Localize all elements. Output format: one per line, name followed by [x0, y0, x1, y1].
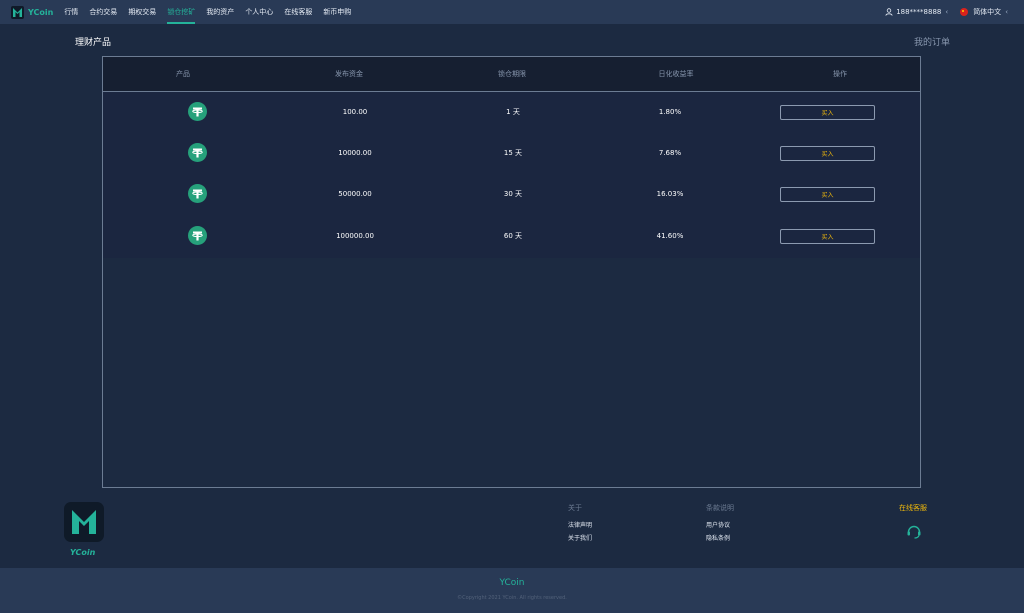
period-cell: 60 天 — [503, 232, 523, 240]
buy-button[interactable]: 买入 — [780, 105, 875, 120]
nav-item-lock-mining[interactable]: 锁仓挖矿 — [167, 0, 196, 24]
my-orders-link[interactable]: 我的订单 — [914, 35, 950, 48]
amount-cell: 100000.00 — [336, 232, 374, 240]
language-selector[interactable]: 简体中文 ‹ — [960, 7, 1008, 17]
nav-item-personal-center[interactable]: 个人中心 — [245, 0, 273, 24]
table-row: 10000.00 15 天 7.68% 买入 — [103, 133, 920, 174]
nav-item-online-service[interactable]: 在线客服 — [284, 0, 312, 24]
amount-cell: 10000.00 — [338, 149, 372, 157]
china-flag-icon — [960, 8, 969, 16]
buy-button[interactable]: 买入 — [780, 229, 875, 244]
period-cell: 15 天 — [503, 149, 523, 157]
chevron-down-icon: ‹ — [1005, 8, 1008, 16]
nav-item-my-assets[interactable]: 我的资产 — [206, 0, 234, 24]
bottom-bar: YCoin ©Copyright 2021 YCoin. All rights … — [0, 568, 1024, 613]
tether-usdt-icon — [188, 226, 207, 245]
amount-cell: 50000.00 — [338, 190, 372, 198]
nav-item-contract-trading[interactable]: 合约交易 — [89, 0, 117, 24]
amount-cell: 100.00 — [342, 108, 368, 116]
copyright-text: ©Copyright 2021 YCoin. All rights reserv… — [457, 595, 567, 601]
footer-link-user-agreement[interactable]: 用户协议 — [706, 520, 730, 529]
buy-button[interactable]: 买入 — [780, 187, 875, 202]
brand-name[interactable]: YCoin — [28, 8, 53, 17]
footer-brand: YCoin — [70, 548, 96, 557]
footer-online-service-title[interactable]: 在线客服 — [899, 503, 927, 513]
top-right-area: 188****8888 ‹ 简体中文 ‹ — [885, 0, 1008, 24]
bottom-brand: YCoin — [499, 578, 525, 588]
nav-item-options-trading[interactable]: 期权交易 — [128, 0, 156, 24]
footer-link-legal[interactable]: 法律声明 — [568, 520, 592, 529]
column-header-lock-period: 锁仓期限 — [498, 70, 526, 78]
chevron-down-icon: ‹ — [945, 8, 949, 16]
column-header-product: 产品 — [176, 70, 190, 78]
column-header-daily-rate: 日化收益率 — [658, 70, 694, 78]
rate-cell: 1.80% — [658, 108, 682, 116]
top-navbar: YCoin 行情 合约交易 期权交易 锁仓挖矿 我的资产 个人中心 在线客服 新… — [0, 0, 1024, 24]
column-header-action: 操作 — [833, 70, 847, 78]
footer-link-about-us[interactable]: 关于我们 — [568, 533, 592, 542]
headset-icon[interactable] — [906, 523, 922, 539]
table-row: 50000.00 30 天 16.03% 买入 — [103, 174, 920, 215]
table-header: 产品 发布资金 锁仓期限 日化收益率 操作 — [103, 57, 920, 92]
rate-cell: 41.60% — [656, 232, 684, 240]
table-row: 100.00 1 天 1.80% 买入 — [103, 92, 920, 133]
user-icon — [885, 8, 893, 16]
nav-item-new-coin-subscription[interactable]: 新币申购 — [323, 0, 351, 24]
products-table: 产品 发布资金 锁仓期限 日化收益率 操作 100.00 1 天 1.80% 买… — [102, 56, 921, 488]
main-nav: 行情 合约交易 期权交易 锁仓挖矿 我的资产 个人中心 在线客服 新币申购 — [64, 0, 362, 24]
ycoin-logo-icon[interactable] — [11, 5, 24, 19]
tether-usdt-icon — [188, 143, 207, 162]
nav-item-market[interactable]: 行情 — [64, 0, 78, 24]
user-phone: 188****8888 — [896, 8, 942, 16]
page-title: 理财产品 — [75, 38, 112, 48]
user-menu[interactable]: 188****8888 ‹ — [885, 8, 948, 16]
rate-cell: 7.68% — [658, 149, 682, 157]
period-cell: 1 天 — [506, 108, 520, 116]
footer-terms-title: 条款说明 — [706, 504, 734, 512]
period-cell: 30 天 — [503, 190, 523, 198]
language-label: 简体中文 — [973, 8, 1002, 16]
footer-link-privacy[interactable]: 隐私条例 — [706, 533, 730, 542]
column-header-amount: 发布资金 — [335, 70, 363, 78]
buy-button[interactable]: 买入 — [780, 146, 875, 161]
tether-usdt-icon — [188, 102, 207, 121]
footer-about-title: 关于 — [568, 504, 582, 512]
rate-cell: 16.03% — [656, 190, 684, 198]
ycoin-logo-icon — [64, 502, 104, 542]
table-body: 100.00 1 天 1.80% 买入 10000.00 15 天 7.68% … — [103, 92, 920, 258]
tether-usdt-icon — [188, 184, 207, 203]
table-row: 100000.00 60 天 41.60% 买入 — [103, 216, 920, 257]
